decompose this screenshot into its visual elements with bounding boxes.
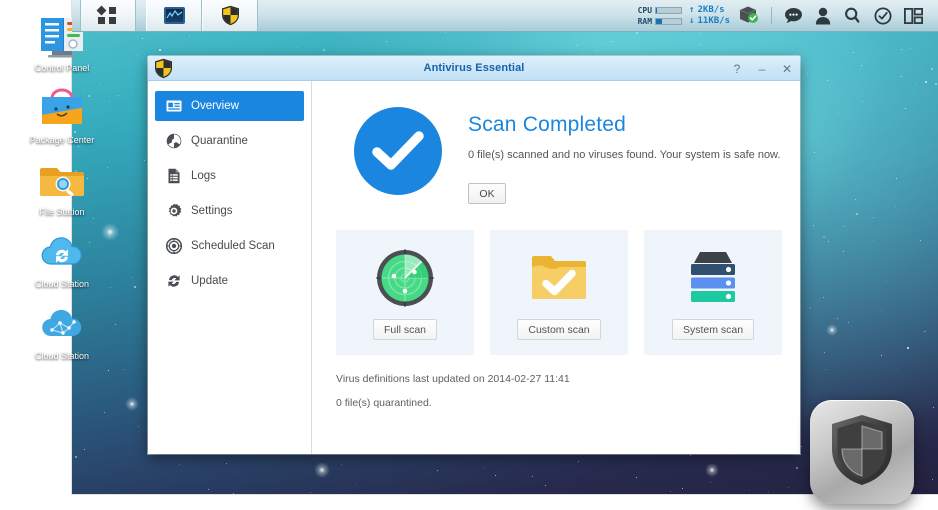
desktop-icon-label: Cloud Station	[18, 279, 106, 290]
sidebar-item-update[interactable]: Update	[155, 266, 304, 296]
check-circle-icon	[354, 107, 442, 195]
cloud-sync-icon	[38, 228, 86, 276]
download-row: ↓ 11KB/s	[689, 16, 730, 26]
widgets-icon[interactable]	[868, 0, 898, 32]
taskbar-main-menu-button[interactable]	[80, 0, 136, 31]
shield-quarters-icon	[829, 413, 895, 492]
status-subtitle: 0 file(s) scanned and no viruses found. …	[468, 149, 780, 161]
upload-row: ↑ 2KB/s	[689, 5, 730, 15]
sidebar-item-label: Update	[191, 275, 228, 287]
user-account-icon[interactable]	[808, 0, 838, 32]
desktop-icon-cloud-station-sync[interactable]: Cloud Station	[18, 228, 106, 290]
virus-definitions-note: Virus definitions last updated on 2014-0…	[336, 373, 782, 385]
sidebar-item-label: Logs	[191, 170, 216, 182]
window-controls: ? – ✕	[730, 56, 794, 81]
custom-scan-button[interactable]: Custom scan	[517, 319, 600, 340]
window-body: Overview Quarantine	[148, 81, 800, 454]
refresh-icon	[166, 273, 182, 289]
pilot-view-icon[interactable]	[898, 0, 928, 32]
overview-card-icon	[166, 98, 182, 114]
taskbar-spacer	[268, 0, 632, 31]
ram-row: RAM	[638, 17, 682, 26]
shield-icon	[221, 5, 240, 26]
grid-menu-icon	[98, 7, 118, 25]
network-speeds: ↑ 2KB/s ↓ 11KB/s	[689, 5, 730, 26]
status-title: Scan Completed	[468, 113, 780, 137]
taskbar: CPU RAM ↑ 2KB/s ↓ 11KB/s	[72, 0, 938, 32]
screen: Control Panel Package Center	[0, 0, 938, 510]
desktop-icon-label: File Station	[18, 207, 106, 218]
desktop-icon-cloud-station[interactable]: Cloud Station	[18, 300, 106, 362]
taskbar-tray	[778, 0, 938, 31]
sidebar-item-overview[interactable]: Overview	[155, 91, 304, 121]
ram-label: RAM	[638, 17, 652, 26]
help-button[interactable]: ?	[730, 63, 744, 75]
window-titlebar[interactable]: Antivirus Essential ? – ✕	[148, 56, 800, 81]
minimize-button[interactable]: –	[755, 63, 769, 75]
sidebar-item-label: Quarantine	[191, 135, 248, 147]
sidebar-item-settings[interactable]: Settings	[155, 196, 304, 226]
desktop-icon-column: Control Panel Package Center	[18, 12, 106, 372]
antivirus-window: Antivirus Essential ? – ✕	[148, 56, 800, 454]
scan-card-system-scan[interactable]: System scan	[644, 230, 782, 355]
desktop-icon-package-center[interactable]: Package Center	[18, 84, 106, 146]
search-icon[interactable]	[838, 0, 868, 32]
scan-status-text: Scan Completed 0 file(s) scanned and no …	[468, 107, 780, 204]
folder-check-icon	[528, 245, 590, 311]
sidebar-item-logs[interactable]: Logs	[155, 161, 304, 191]
sidebar-item-label: Settings	[191, 205, 233, 217]
taskbar-divider	[136, 0, 146, 31]
document-list-icon	[166, 168, 182, 184]
cpu-row: CPU	[638, 6, 682, 15]
window-title: Antivirus Essential	[148, 62, 800, 74]
ram-bar	[655, 18, 682, 25]
resource-monitor-icon	[164, 7, 185, 24]
scan-card-custom-scan[interactable]: Custom scan	[490, 230, 628, 355]
package-ok-icon[interactable]	[737, 4, 759, 28]
download-speed: 11KB/s	[697, 16, 730, 26]
cpu-label: CPU	[638, 6, 652, 15]
biohazard-icon	[166, 133, 182, 149]
sidebar-item-label: Overview	[191, 100, 239, 112]
cpu-bar	[655, 7, 682, 14]
target-icon	[166, 238, 182, 254]
upload-speed: 2KB/s	[697, 5, 724, 15]
desktop-icon-label: Cloud Station	[18, 351, 106, 362]
sidebar: Overview Quarantine	[148, 81, 312, 454]
upload-arrow-icon: ↑	[689, 6, 694, 15]
quarantine-count-note: 0 file(s) quarantined.	[336, 397, 782, 409]
cloud-network-icon	[38, 300, 86, 348]
taskbar-antivirus-button[interactable]	[202, 0, 258, 31]
system-scan-button[interactable]: System scan	[672, 319, 754, 340]
full-scan-button[interactable]: Full scan	[373, 319, 437, 340]
taskbar-divider-2	[258, 0, 268, 31]
footnote-block: Virus definitions last updated on 2014-0…	[336, 373, 782, 409]
scan-card-row: Full scan Custom scan	[336, 230, 782, 355]
overview-content: Scan Completed 0 file(s) scanned and no …	[312, 81, 800, 454]
scan-card-full-scan[interactable]: Full scan	[336, 230, 474, 355]
taskbar-resource-monitor-button[interactable]	[146, 0, 202, 31]
ok-button[interactable]: OK	[468, 183, 506, 204]
sidebar-item-scheduled-scan[interactable]: Scheduled Scan	[155, 231, 304, 261]
taskbar-left-buttons	[72, 0, 268, 31]
server-stack-icon	[682, 245, 744, 311]
desktop-icon-file-station[interactable]: File Station	[18, 156, 106, 218]
package-center-icon	[38, 84, 86, 132]
file-station-icon	[38, 156, 86, 204]
notifications-icon[interactable]	[778, 0, 808, 32]
taskbar-resource-widget[interactable]: CPU RAM ↑ 2KB/s ↓ 11KB/s	[632, 0, 765, 31]
download-arrow-icon: ↓	[689, 17, 694, 26]
gear-icon	[166, 203, 182, 219]
tray-separator	[771, 7, 772, 24]
desktop-icon-label: Control Panel	[18, 63, 106, 74]
sidebar-item-label: Scheduled Scan	[191, 240, 275, 252]
sidebar-item-quarantine[interactable]: Quarantine	[155, 126, 304, 156]
desktop-icon-label: Package Center	[18, 135, 106, 146]
close-button[interactable]: ✕	[780, 63, 794, 75]
antivirus-shield-badge	[810, 400, 914, 504]
radar-icon	[374, 245, 436, 311]
scan-status-block: Scan Completed 0 file(s) scanned and no …	[336, 99, 782, 204]
window-app-shield-icon	[154, 58, 173, 84]
resource-usage-bars: CPU RAM	[638, 6, 682, 26]
